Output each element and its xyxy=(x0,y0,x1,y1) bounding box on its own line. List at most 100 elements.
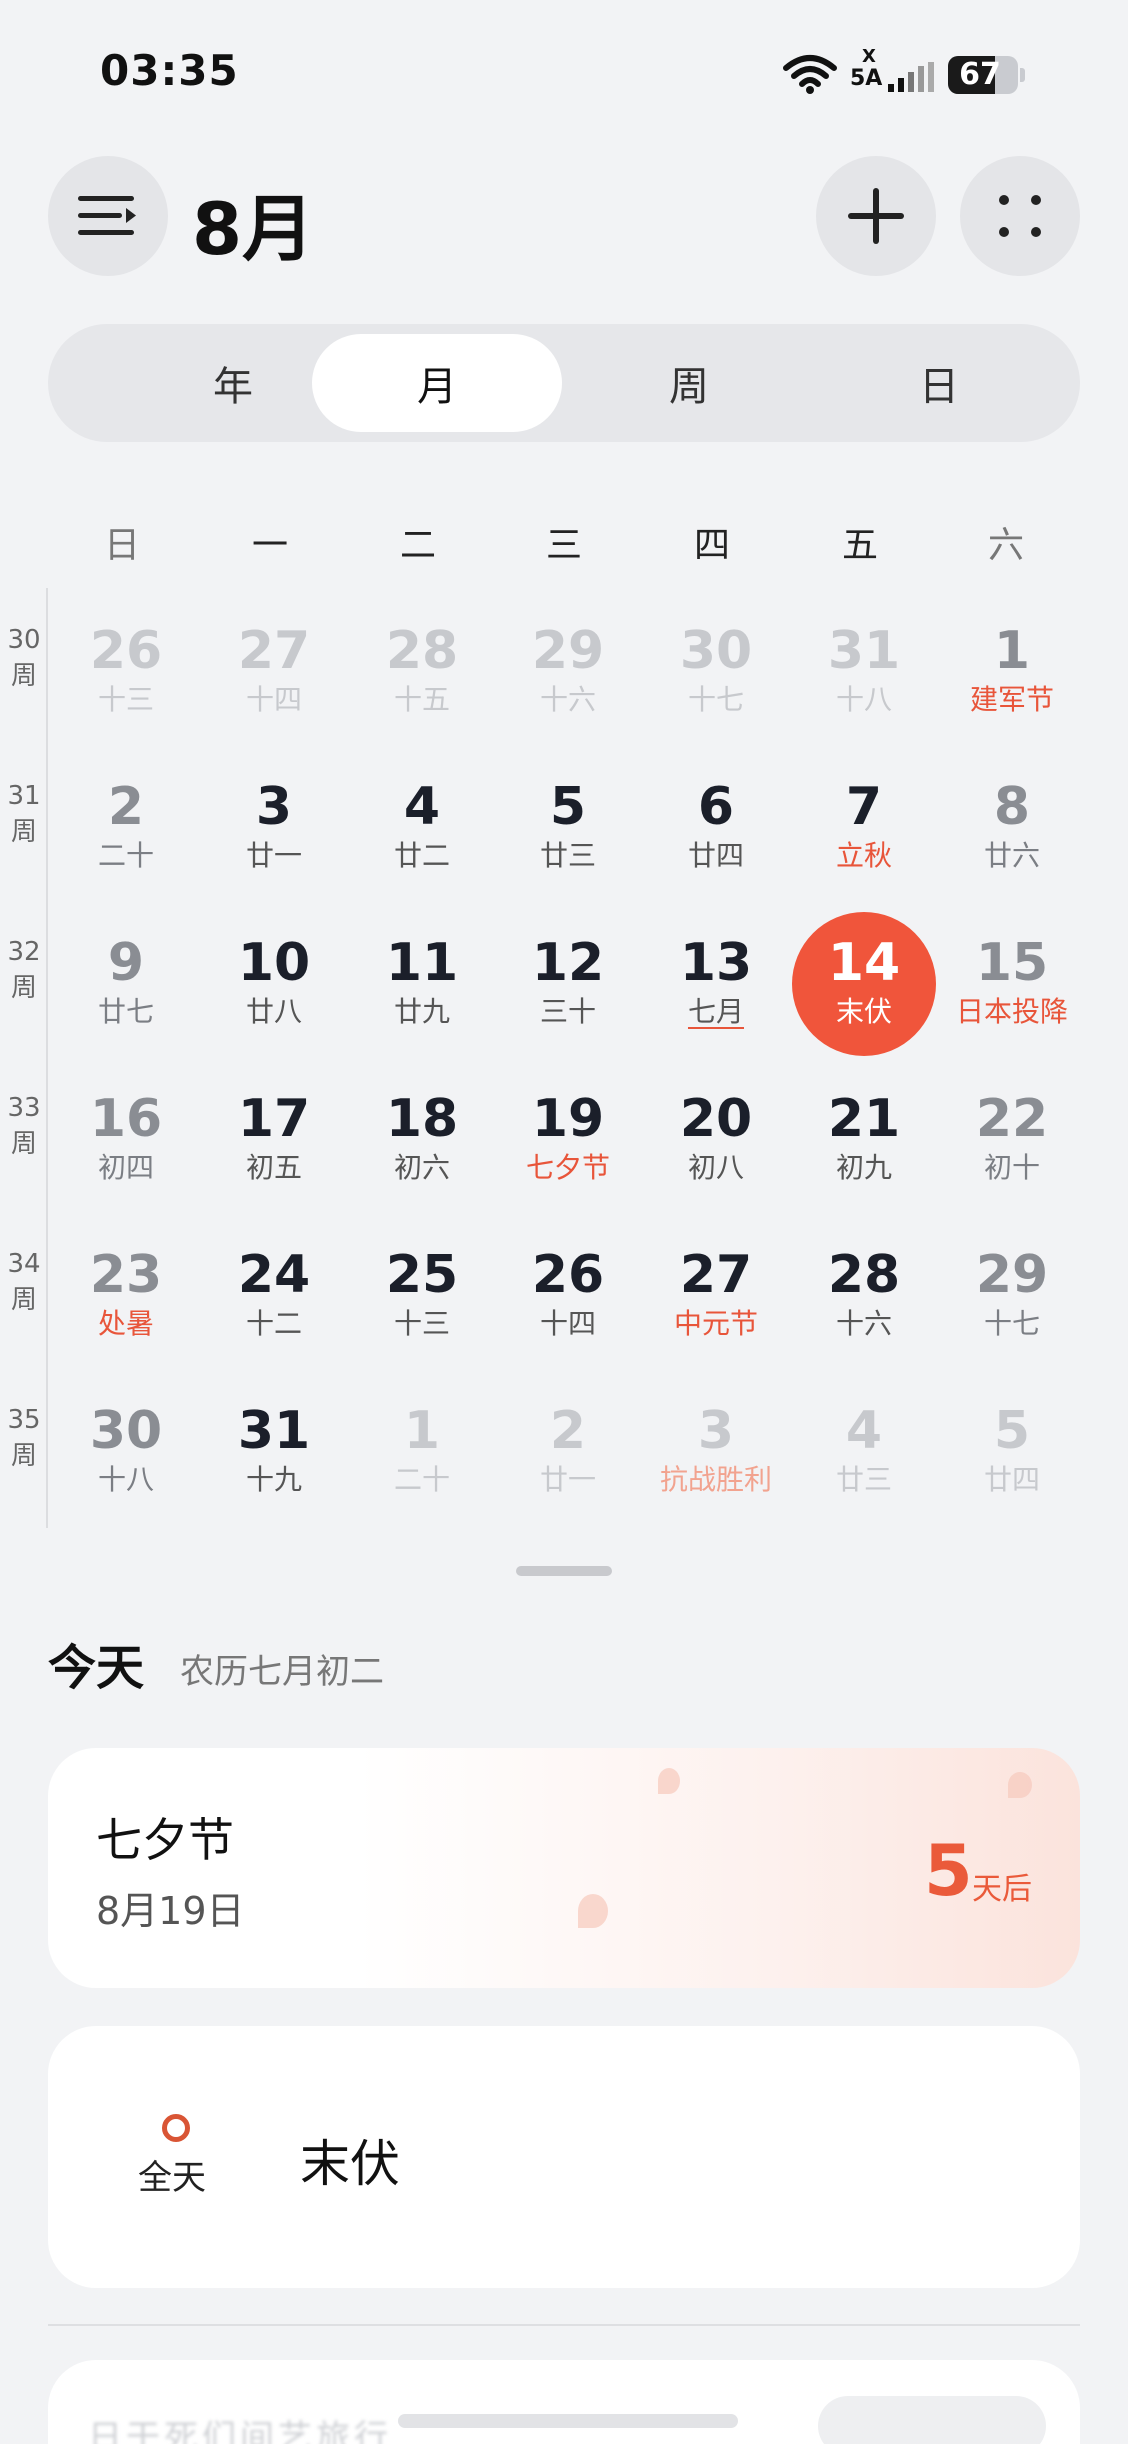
day-cell[interactable]: 2 二十 xyxy=(52,756,200,906)
weekday-wed: 三 xyxy=(545,525,582,566)
week-number-value: 33 xyxy=(7,1093,41,1123)
add-event-button[interactable] xyxy=(816,156,936,276)
day-cell[interactable]: 3 抗战胜利 xyxy=(642,1380,790,1530)
day-number: 14 xyxy=(827,933,901,993)
day-lunar-label: 二十 xyxy=(393,1463,450,1496)
status-time: 03:35 xyxy=(100,46,239,95)
day-number: 20 xyxy=(679,1089,753,1149)
tab-week[interactable]: 周 xyxy=(564,334,814,432)
day-cell[interactable]: 22 初十 xyxy=(938,1068,1086,1218)
day-cell[interactable]: 16 初四 xyxy=(52,1068,200,1218)
event-dot-icon xyxy=(162,2114,190,2142)
tab-month[interactable]: 月 xyxy=(312,334,562,432)
weekday-tue: 二 xyxy=(399,525,436,566)
day-cell[interactable]: 31 十九 xyxy=(200,1380,348,1530)
day-number: 25 xyxy=(385,1245,459,1305)
day-cell[interactable]: 29 十六 xyxy=(494,600,642,750)
day-cell[interactable]: 26 十四 xyxy=(494,1224,642,1374)
day-cell[interactable]: 5 廿三 xyxy=(494,756,642,906)
day-number: 13 xyxy=(679,933,753,993)
week-number: 31 周 xyxy=(4,778,44,850)
week-number-suffix: 周 xyxy=(10,1285,37,1315)
day-number: 4 xyxy=(403,777,441,837)
day-holiday-label: 立秋 xyxy=(835,839,892,872)
day-cell[interactable]: 1 建军节 xyxy=(938,600,1086,750)
day-number: 21 xyxy=(827,1089,901,1149)
day-cell[interactable]: 27 十四 xyxy=(200,600,348,750)
day-lunar-label: 三十 xyxy=(539,995,596,1028)
day-cell[interactable]: 4 廿三 xyxy=(790,1380,938,1530)
more-options-button[interactable] xyxy=(960,156,1080,276)
day-number: 5 xyxy=(993,1401,1031,1461)
day-holiday-label: 日本投降 xyxy=(955,995,1068,1028)
week-number: 33 周 xyxy=(4,1090,44,1162)
day-cell[interactable]: 2 廿一 xyxy=(494,1380,642,1530)
partial-card[interactable]: 日干死们间艺旅行 xyxy=(48,2360,1080,2444)
day-lunar-label: 十三 xyxy=(97,683,154,716)
signal-bars-icon xyxy=(888,62,934,92)
day-cell[interactable]: 12 三十 xyxy=(494,912,642,1062)
week-number-value: 32 xyxy=(7,937,41,967)
day-cell[interactable]: 25 十三 xyxy=(348,1224,496,1374)
day-cell[interactable]: 11 廿九 xyxy=(348,912,496,1062)
day-number: 6 xyxy=(697,777,735,837)
day-cell[interactable]: 3 廿一 xyxy=(200,756,348,906)
day-cell[interactable]: 9 廿七 xyxy=(52,912,200,1062)
day-cell[interactable]: 5 廿四 xyxy=(938,1380,1086,1530)
weekday-sun: 日 xyxy=(103,525,140,566)
weekday-thu: 四 xyxy=(693,525,730,566)
day-cell[interactable]: 27 中元节 xyxy=(642,1224,790,1374)
day-cell[interactable]: 21 初九 xyxy=(790,1068,938,1218)
week-divider-line xyxy=(46,588,48,1528)
day-cell[interactable]: 26 十三 xyxy=(52,600,200,750)
day-number: 23 xyxy=(89,1245,163,1305)
day-cell[interactable]: 29 十七 xyxy=(938,1224,1086,1374)
day-number: 18 xyxy=(385,1089,459,1149)
day-number: 4 xyxy=(845,1401,883,1461)
day-cell[interactable]: 24 十二 xyxy=(200,1224,348,1374)
partial-card-pill xyxy=(818,2396,1046,2444)
day-cell[interactable]: 6 廿四 xyxy=(642,756,790,906)
day-cell[interactable]: 30 十七 xyxy=(642,600,790,750)
day-number: 31 xyxy=(237,1401,311,1461)
day-cell[interactable]: 28 十五 xyxy=(348,600,496,750)
countdown-number: 5 xyxy=(924,1830,973,1912)
day-cell[interactable]: 13 七月 xyxy=(642,912,790,1062)
day-cell[interactable]: 17 初五 xyxy=(200,1068,348,1218)
day-cell[interactable]: 30 十八 xyxy=(52,1380,200,1530)
day-cell[interactable]: 1 二十 xyxy=(348,1380,496,1530)
day-number: 27 xyxy=(237,621,311,681)
four-dots-icon xyxy=(999,195,1041,237)
day-number: 1 xyxy=(403,1401,441,1461)
event-card[interactable]: 全天 末伏 xyxy=(48,2026,1080,2288)
week-number-suffix: 周 xyxy=(10,973,37,1003)
week-number-value: 30 xyxy=(7,625,41,655)
menu-button[interactable] xyxy=(48,156,168,276)
day-cell[interactable]: 23 处暑 xyxy=(52,1224,200,1374)
day-number: 27 xyxy=(679,1245,753,1305)
day-number: 8 xyxy=(993,777,1031,837)
cellular-signal-icon: X 5A xyxy=(846,46,936,96)
day-cell[interactable]: 8 廿六 xyxy=(938,756,1086,906)
today-lunar-date: 农历七月初二 xyxy=(180,1652,384,1692)
day-cell[interactable]: 7 立秋 xyxy=(790,756,938,906)
day-cell[interactable]: 28 十六 xyxy=(790,1224,938,1374)
day-lunar-label: 廿二 xyxy=(393,839,450,872)
day-lunar-label: 廿四 xyxy=(687,839,744,872)
day-cell[interactable]: 4 廿二 xyxy=(348,756,496,906)
day-number: 28 xyxy=(827,1245,901,1305)
day-number: 28 xyxy=(385,621,459,681)
day-cell-today[interactable]: 14 末伏 xyxy=(790,912,938,1062)
drag-handle[interactable] xyxy=(516,1566,612,1576)
day-cell[interactable]: 19 七夕节 xyxy=(494,1068,642,1218)
tab-day[interactable]: 日 xyxy=(814,334,1064,432)
day-cell[interactable]: 31 十八 xyxy=(790,600,938,750)
battery-percent: 67 xyxy=(959,57,1001,92)
day-cell[interactable]: 18 初六 xyxy=(348,1068,496,1218)
day-cell[interactable]: 20 初八 xyxy=(642,1068,790,1218)
day-lunar-label: 二十 xyxy=(97,839,154,872)
day-cell[interactable]: 10 廿八 xyxy=(200,912,348,1062)
day-lunar-label: 十七 xyxy=(687,683,744,716)
day-cell[interactable]: 15 日本投降 xyxy=(938,912,1086,1062)
festival-countdown-card[interactable]: 七夕节 8月19日 5 天后 xyxy=(48,1748,1080,1988)
